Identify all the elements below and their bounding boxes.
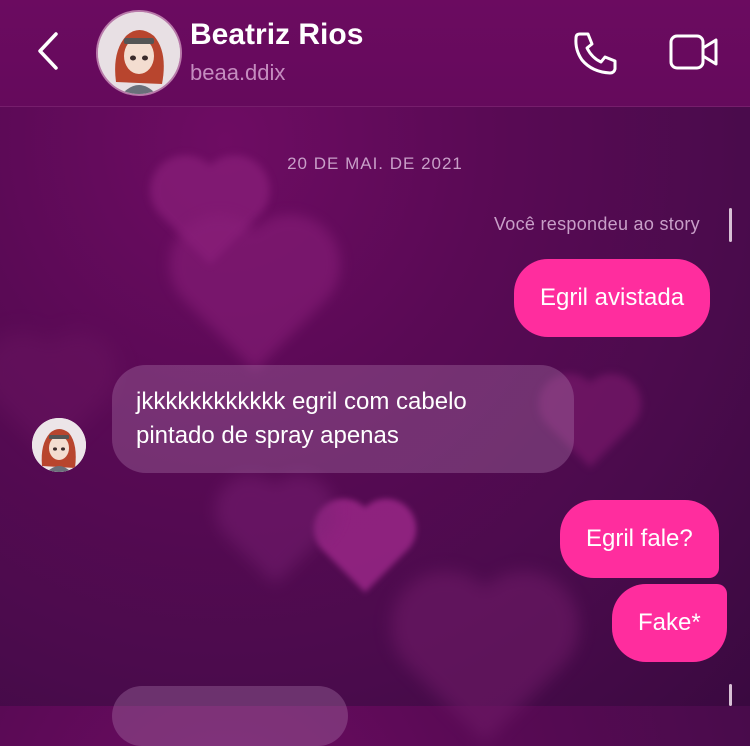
chat-header: Beatriz Rios beaa.ddix <box>0 0 750 107</box>
background-heart-decoration <box>184 229 326 371</box>
message-text-line: jkkkkkkkkkkkk egril com cabelo <box>136 388 467 415</box>
background-heart-decoration <box>225 485 325 585</box>
contact-username[interactable]: beaa.ddix <box>190 60 285 86</box>
back-chevron-icon[interactable] <box>30 28 70 74</box>
scrollbar[interactable] <box>729 208 732 242</box>
sender-avatar[interactable] <box>32 418 86 472</box>
background-heart-decoration <box>322 507 408 593</box>
message-text: Egril avistada <box>540 284 685 311</box>
scrollbar[interactable] <box>729 684 732 706</box>
date-separator: 20 DE MAI. DE 2021 <box>287 154 463 173</box>
message-text-line: pintado de spray apenas <box>136 422 399 449</box>
message-text: Egril fale? <box>586 525 693 552</box>
phone-icon[interactable] <box>570 28 620 78</box>
outgoing-message-bubble[interactable]: Egril avistada <box>514 259 711 337</box>
story-reply-label: Você respondeu ao story <box>493 214 700 234</box>
outgoing-message-bubble[interactable]: Egril fale? <box>560 500 719 578</box>
background-heart-decoration <box>407 587 563 743</box>
contact-name[interactable]: Beatriz Rios <box>190 18 363 52</box>
video-camera-icon[interactable] <box>668 30 720 74</box>
outgoing-message-bubble[interactable]: Fake* <box>612 584 727 662</box>
message-text: Fake* <box>638 609 701 636</box>
incoming-message-bubble[interactable]: jkkkkkkkkkkkk egril com cabelo pintado d… <box>112 365 574 473</box>
contact-avatar[interactable] <box>96 10 182 96</box>
incoming-message-bubble-partial[interactable] <box>112 686 348 746</box>
